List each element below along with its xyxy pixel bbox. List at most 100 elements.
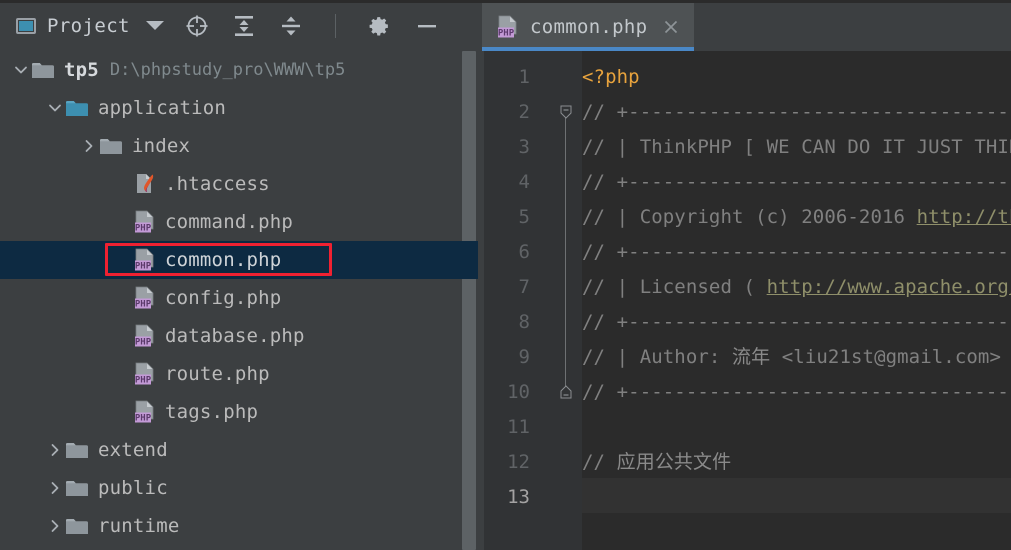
project-toolbar-icons	[184, 13, 440, 39]
chevron-down-icon[interactable]	[44, 89, 66, 127]
code-token-cmt: // +------------------------------------…	[582, 311, 1011, 333]
tree-item-label: .htaccess	[165, 173, 270, 195]
line-number: 11	[507, 416, 530, 438]
code-token-cjk: 流年	[732, 346, 771, 368]
code-line[interactable]: // +------------------------------------…	[582, 235, 1011, 270]
code-line[interactable]: // +------------------------------------…	[582, 305, 1011, 340]
code-token-lnk[interactable]: http://www.apache.org/licenses/LICENSE-2…	[767, 276, 1011, 298]
project-window-icon	[16, 17, 36, 34]
code-token-cmt: // +------------------------------------…	[582, 241, 1011, 263]
locate-target-icon[interactable]	[184, 13, 210, 39]
tree-item-label: command.php	[165, 211, 294, 233]
code-token-cmt: //	[582, 451, 617, 473]
project-tree[interactable]: tp5 D:\phpstudy_pro\WWW\tp5 application ind…	[0, 51, 460, 550]
code-line[interactable]: // +------------------------------------…	[582, 375, 1011, 410]
tree-item-path: D:\phpstudy_pro\WWW\tp5	[109, 60, 346, 80]
chevron-right-icon[interactable]	[78, 127, 100, 165]
tree-item-label: index	[132, 135, 191, 157]
gear-icon[interactable]	[367, 13, 393, 39]
tree-row-runtime[interactable]: runtime	[0, 507, 460, 545]
scrollbar-thumb[interactable]	[462, 51, 476, 550]
code-line[interactable]: <?php	[582, 60, 640, 95]
close-icon[interactable]	[662, 18, 680, 36]
code-line[interactable]: // | Author: 流年 <liu21st@gmail.com>	[582, 340, 1001, 375]
line-number: 13	[507, 486, 530, 508]
tree-row-config-php[interactable]: PHP config.php	[0, 279, 460, 317]
tree-row-public[interactable]: public	[0, 469, 460, 507]
chevron-down-icon[interactable]	[145, 21, 164, 30]
tree-row-index[interactable]: index	[0, 127, 460, 165]
tree-row-database-php[interactable]: PHP database.php	[0, 317, 460, 355]
chevron-right-icon[interactable]	[44, 507, 66, 545]
tree-row-route-php[interactable]: PHP route.php	[0, 355, 460, 393]
project-title-group[interactable]: Project	[16, 15, 130, 37]
code-folding-strip[interactable]	[540, 51, 582, 550]
line-number: 12	[507, 451, 530, 473]
svg-text:PHP: PHP	[135, 413, 152, 423]
ide-window: Project tp5 D:\phpstudy_pro\WWW\tp5 appl…	[0, 0, 1011, 550]
code-token-cmt: // | Licensed (	[582, 276, 767, 298]
folder-icon	[66, 518, 88, 535]
htaccess-file-icon	[134, 172, 156, 196]
collapse-all-icon[interactable]	[278, 13, 304, 39]
line-number-gutter[interactable]: 1 2 3 4 5 6 7 8 9 10 11 12 13	[478, 51, 540, 550]
php-file-icon: PHP	[134, 248, 156, 272]
fold-handle-top[interactable]	[560, 105, 572, 119]
minimize-icon[interactable]	[414, 13, 440, 39]
tree-item-label: application	[98, 97, 227, 119]
code-line[interactable]: // +------------------------------------…	[582, 165, 1011, 200]
code-line[interactable]: // | ThinkPHP [ WE CAN DO IT JUST THINK …	[582, 130, 1011, 165]
line-number: 6	[518, 241, 530, 263]
editor-tab-common-php[interactable]: PHP common.php	[482, 3, 695, 51]
line-number: 7	[518, 276, 530, 298]
tree-row--htaccess[interactable]: .htaccess	[0, 165, 460, 203]
chevron-right-icon[interactable]	[44, 469, 66, 507]
tree-row-command-php[interactable]: PHP command.php	[0, 203, 460, 241]
editor-tab-bar: PHP common.php	[478, 0, 1011, 51]
tree-item-label: tags.php	[165, 401, 259, 423]
code-token-cmt: // +------------------------------------…	[582, 101, 1011, 123]
expand-all-icon[interactable]	[231, 13, 257, 39]
tree-row-tags-php[interactable]: PHP tags.php	[0, 393, 460, 431]
svg-text:PHP: PHP	[135, 337, 152, 347]
code-editor[interactable]: 1 2 3 4 5 6 7 8 9 10 11 12 13 <?php // +…	[478, 51, 1011, 550]
code-token-cmt: <liu21st@gmail.com>	[770, 346, 1001, 368]
code-token-kw: <?php	[582, 66, 640, 88]
code-line[interactable]: // +------------------------------------…	[582, 95, 1011, 130]
svg-text:PHP: PHP	[135, 223, 152, 233]
php-file-icon: PHP	[134, 324, 156, 348]
fold-region-marker[interactable]	[560, 105, 572, 399]
editor-panel: PHP common.php 1 2 3 4 5 6 7 8 9 10 11 12 13	[478, 0, 1011, 550]
code-token-lnk[interactable]: http://thinkphp.cn	[917, 206, 1011, 228]
toolbar-divider	[334, 13, 336, 38]
folder-icon	[66, 480, 88, 497]
code-token-cmt: // | Copyright (c) 2006-2016	[582, 206, 917, 228]
code-line[interactable]: // 应用公共文件	[582, 445, 731, 480]
code-token-cmt: // +------------------------------------…	[582, 171, 1011, 193]
tree-item-label: public	[98, 477, 168, 499]
project-tree-scrollbar[interactable]	[460, 51, 478, 550]
chevron-down-icon[interactable]	[10, 51, 32, 89]
tree-row-extend[interactable]: extend	[0, 431, 460, 469]
tree-item-label: database.php	[165, 325, 305, 347]
tree-item-label: tp5	[64, 59, 99, 81]
line-number: 4	[518, 171, 530, 193]
tree-row-tp5[interactable]: tp5 D:\phpstudy_pro\WWW\tp5	[0, 51, 460, 89]
tree-item-label: extend	[98, 439, 168, 461]
tree-row-common-php[interactable]: PHP common.php	[0, 241, 460, 279]
code-line[interactable]: // | Copyright (c) 2006-2016 http://thin…	[582, 200, 1011, 235]
code-token-cmt: // +------------------------------------…	[582, 381, 1011, 403]
line-number: 9	[518, 346, 530, 368]
fold-handle-bottom[interactable]	[560, 385, 572, 399]
code-line[interactable]: // | Licensed ( http://www.apache.org/li…	[582, 270, 1011, 305]
tree-row-application[interactable]: application	[0, 89, 460, 127]
code-text[interactable]: <?php // +-------------------------------…	[582, 51, 1011, 550]
chevron-right-icon[interactable]	[44, 431, 66, 469]
editor-tab-label: common.php	[530, 16, 648, 38]
line-number: 1	[518, 66, 530, 88]
php-file-icon: PHP	[134, 210, 156, 234]
